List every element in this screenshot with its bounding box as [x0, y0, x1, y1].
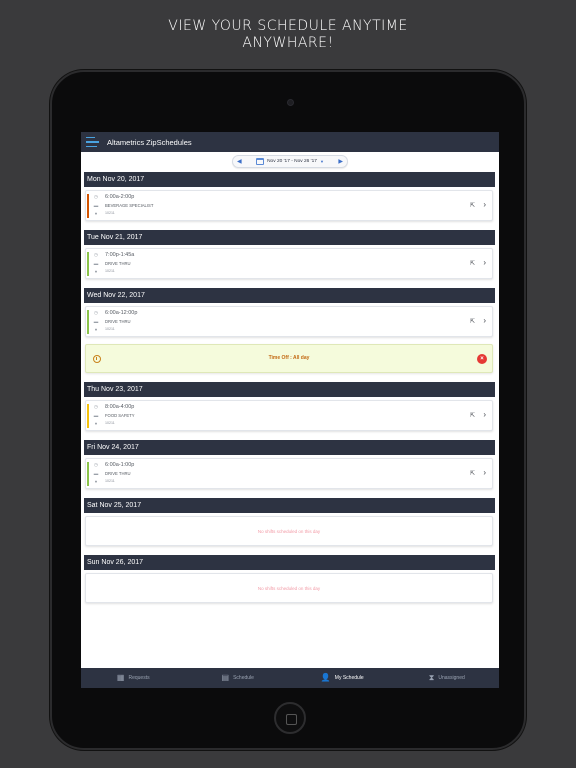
shift-card-tue[interactable]: ◷ 7:00p-1:45a ▬ DRIVE THRU ● 10211 ⇱ ›: [85, 248, 493, 279]
bottom-tab-bar: ▦ Requests ▤ Schedule 👤 My Schedule ⧗ Un…: [81, 668, 499, 688]
day-header-sun: Sun Nov 26, 2017: [84, 555, 495, 570]
chevron-right-icon[interactable]: ›: [483, 316, 486, 325]
day-header-wed: Wed Nov 22, 2017: [84, 288, 495, 303]
calendar-icon: ▤: [221, 673, 230, 682]
shift-location: 10211: [105, 269, 115, 273]
tab-label: Requests: [128, 675, 150, 681]
location-pin-icon: ●: [94, 210, 98, 216]
location-pin-icon: ●: [94, 478, 98, 484]
app-screen: Altametrics ZipSchedules ◀ Nov 20 '17 - …: [81, 132, 499, 688]
day-header-tue: Tue Nov 21, 2017: [84, 230, 495, 245]
shift-location: 10211: [105, 211, 115, 215]
tab-my-schedule[interactable]: 👤 My Schedule: [290, 668, 395, 688]
shift-color-bar: [87, 310, 89, 334]
hamburger-menu-icon[interactable]: [86, 136, 102, 148]
location-pin-icon: ●: [94, 326, 98, 332]
day-header-sat: Sat Nov 25, 2017: [84, 498, 495, 513]
camera-icon: [287, 99, 294, 106]
promo-line-1: VIEW YOUR SCHEDULE ANYTIME: [168, 18, 408, 34]
time-off-card[interactable]: Time Off : All day ×: [85, 344, 493, 373]
no-shifts-message: No shifts scheduled on this day: [257, 529, 321, 534]
shift-position: BEVERAGE SPECIALIST: [105, 202, 154, 208]
position-icon: ▬: [93, 260, 99, 266]
shift-card-fri[interactable]: ◷ 6:00a-1:00p ▬ DRIVE THRU ● 10211 ⇱ ›: [85, 458, 493, 489]
chevron-right-icon[interactable]: ›: [483, 258, 486, 267]
shift-location: 10211: [105, 421, 115, 425]
date-range-label: Nov 20 '17 - Nov 26 '17: [267, 159, 317, 164]
position-icon: ▬: [93, 202, 99, 208]
tab-label: Unassigned: [438, 675, 465, 681]
promo-caption: VIEW YOUR SCHEDULE ANYTIME ANYWHARE!: [0, 18, 576, 52]
shift-position: DRIVE THRU: [105, 260, 131, 266]
empty-day-card-sun: No shifts scheduled on this day: [85, 573, 493, 603]
shift-color-bar: [87, 194, 89, 218]
shift-time: 8:00a-4:00p: [105, 404, 135, 410]
shift-position: DRIVE THRU: [105, 318, 131, 324]
day-header-thu: Thu Nov 23, 2017: [84, 382, 495, 397]
next-week-icon[interactable]: ▶: [338, 158, 343, 165]
chevron-right-icon[interactable]: ›: [483, 410, 486, 419]
app-bar: Altametrics ZipSchedules: [81, 132, 499, 152]
shift-position: DRIVE THRU: [105, 470, 131, 476]
date-range-dropdown[interactable]: Nov 20 '17 - Nov 26 '17 ▼: [256, 158, 324, 165]
clock-icon: ◷: [94, 194, 98, 199]
share-icon[interactable]: ⇱: [470, 412, 475, 419]
shift-color-bar: [87, 462, 89, 486]
shift-time: 6:00a-2:00p: [105, 194, 135, 200]
shift-color-bar: [87, 404, 89, 428]
calendar-icon: [256, 158, 265, 165]
chevron-down-icon: ▼: [319, 159, 324, 164]
shift-card-wed[interactable]: ◷ 6:00a-12:00p ▬ DRIVE THRU ● 10211 ⇱ ›: [85, 306, 493, 337]
location-pin-icon: ●: [94, 268, 98, 274]
day-header-mon: Mon Nov 20, 2017: [84, 172, 495, 187]
shift-time: 7:00p-1:45a: [105, 252, 135, 258]
app-title: Altametrics ZipSchedules: [107, 137, 192, 147]
share-icon[interactable]: ⇱: [470, 260, 475, 267]
home-button[interactable]: [274, 702, 306, 734]
tab-unassigned[interactable]: ⧗ Unassigned: [395, 668, 500, 688]
position-icon: ▬: [93, 318, 99, 324]
tablet-device: Altametrics ZipSchedules ◀ Nov 20 '17 - …: [50, 70, 526, 750]
clock-icon: ◷: [94, 252, 98, 257]
grid-icon: ▦: [116, 673, 125, 682]
no-shifts-message: No shifts scheduled on this day: [257, 586, 321, 591]
shift-color-bar: [87, 252, 89, 276]
shift-time: 6:00a-1:00p: [105, 462, 135, 468]
day-header-fri: Fri Nov 24, 2017: [84, 440, 495, 455]
empty-day-card-sat: No shifts scheduled on this day: [85, 516, 493, 546]
chevron-right-icon[interactable]: ›: [483, 468, 486, 477]
location-pin-icon: ●: [94, 420, 98, 426]
date-range-selector[interactable]: ◀ Nov 20 '17 - Nov 26 '17 ▼ ▶: [232, 155, 348, 168]
shift-time: 6:00a-12:00p: [105, 310, 138, 316]
chevron-right-icon[interactable]: ›: [483, 200, 486, 209]
shift-location: 10211: [105, 479, 115, 483]
clock-icon: ◷: [94, 310, 98, 315]
position-icon: ▬: [93, 470, 99, 476]
share-icon[interactable]: ⇱: [470, 470, 475, 477]
share-icon[interactable]: ⇱: [470, 202, 475, 209]
shift-card-thu[interactable]: ◷ 8:00a-4:00p ▬ FOOD SAFETY ● 10211 ⇱ ›: [85, 400, 493, 431]
clock-icon: ◷: [94, 404, 98, 409]
tab-label: Schedule: [233, 675, 254, 681]
promo-line-2: ANYWHARE!: [242, 35, 334, 51]
share-icon[interactable]: ⇱: [470, 318, 475, 325]
tab-requests[interactable]: ▦ Requests: [81, 668, 186, 688]
shift-location: 10211: [105, 327, 115, 331]
tab-schedule[interactable]: ▤ Schedule: [186, 668, 291, 688]
shift-card-mon[interactable]: ◷ 6:00a-2:00p ▬ BEVERAGE SPECIALIST ● 10211…: [85, 190, 493, 221]
time-off-label: Time Off : All day: [268, 355, 310, 361]
clock-icon: ◷: [94, 462, 98, 467]
hourglass-icon: ⧗: [428, 673, 435, 682]
tab-label: My Schedule: [334, 675, 364, 681]
cancel-time-off-icon[interactable]: ×: [477, 354, 487, 364]
user-clock-icon: 👤: [320, 673, 331, 682]
shift-position: FOOD SAFETY: [105, 412, 135, 418]
position-icon: ▬: [93, 412, 99, 418]
prev-week-icon[interactable]: ◀: [237, 158, 242, 165]
